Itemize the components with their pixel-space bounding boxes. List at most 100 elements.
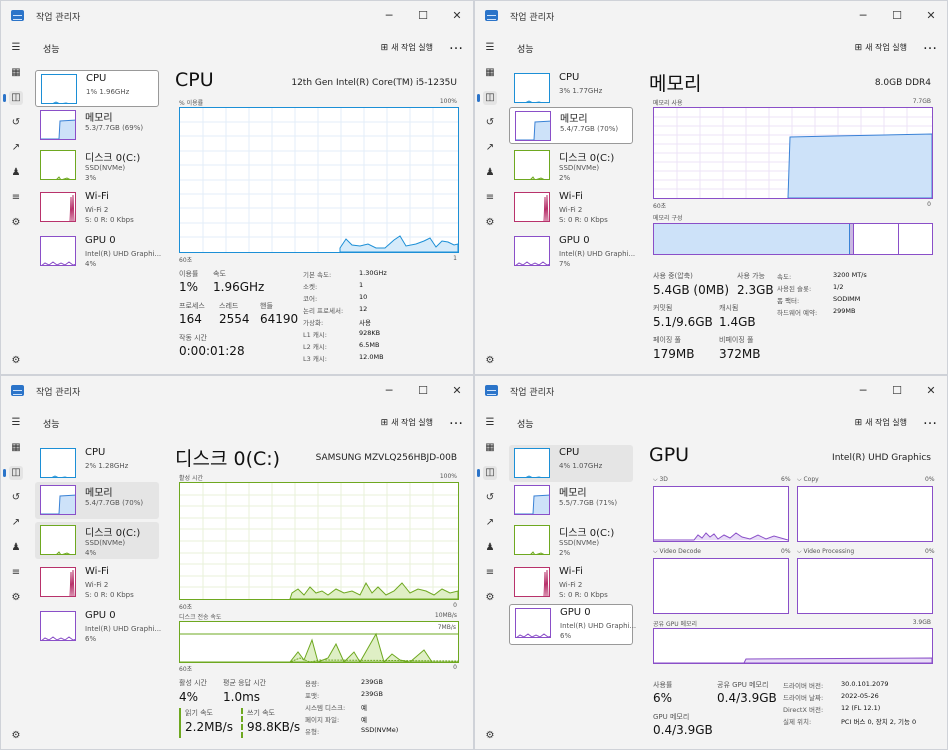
detail-key: 가상화: [303,319,324,327]
menu-icon[interactable]: ☰ [483,41,497,55]
sidebar-item-sub: 5.5/7.7GB (71%) [559,499,618,507]
sidebar-sub-line: Intel(R) UHD Graphi... [560,622,637,630]
minimize-icon[interactable]: ─ [853,7,873,25]
sidebar-item-cpu[interactable]: CPU 4% 1.07GHz [509,445,633,482]
maximize-icon[interactable]: ☐ [887,382,907,400]
sidebar-sub-line: SSD(NVMe) [85,539,126,547]
task-manager-app-icon [11,385,24,396]
close-icon[interactable]: ✕ [447,7,467,25]
settings-icon[interactable]: ⚙ [9,354,23,368]
sidebar-item-wifi[interactable]: Wi-Fi Wi-Fi 2 S: 0 R: 0 Kbps [35,564,159,601]
engine-name[interactable]: 3D [659,476,667,483]
menu-icon[interactable]: ☰ [9,416,23,430]
new-task-button[interactable]: ⊞ 새 작업 실행 [855,417,907,428]
services-icon[interactable]: ⚙ [9,591,23,605]
stat-value: 1.4GB [719,315,756,329]
minimize-icon[interactable]: ─ [853,382,873,400]
performance-icon[interactable]: ◫ [477,91,497,105]
startup-icon[interactable]: ↗ [9,141,23,155]
sidebar-item-gpu[interactable]: GPU 0 Intel(R) UHD Graphi... 6% [509,604,637,645]
sidebar-item-sub: Wi-Fi 2 S: 0 R: 0 Kbps [559,205,608,225]
apps-icon[interactable]: ▦ [483,441,497,455]
details-icon[interactable]: ≡ [483,566,497,580]
history-icon[interactable]: ↺ [483,116,497,130]
details-icon[interactable]: ≡ [9,566,23,580]
close-icon[interactable]: ✕ [447,382,467,400]
details-icon[interactable]: ≡ [483,191,497,205]
window-title: 작업 관리자 [510,388,555,398]
sidebar-item-disk[interactable]: 디스크 0(C:) SSD(NVMe) 2% [509,522,633,559]
maximize-icon[interactable]: ☐ [413,382,433,400]
sidebar-item-gpu[interactable]: GPU 0 Intel(R) UHD Graphi... 6% [35,608,161,645]
history-icon[interactable]: ↺ [9,491,23,505]
sidebar-item-gpu[interactable]: GPU 0 Intel(R) UHD Graphi... 7% [509,233,635,270]
more-options-button[interactable]: … [923,37,937,53]
sidebar-item-disk[interactable]: 디스크 0(C:) SSD(NVMe) 3% [35,147,159,184]
minimize-icon[interactable]: ─ [379,7,399,25]
performance-icon[interactable]: ◫ [3,466,23,480]
close-icon[interactable]: ✕ [921,7,941,25]
sidebar-item-memory[interactable]: 메모리 5.3/7.7GB (69%) [35,107,159,144]
menu-icon[interactable]: ☰ [9,41,23,55]
detail-key: 하드웨어 예약: [777,309,818,317]
users-icon[interactable]: ♟ [9,166,23,180]
history-icon[interactable]: ↺ [483,491,497,505]
sidebar-item-wifi[interactable]: Wi-Fi Wi-Fi 2 S: 0 R: 0 Kbps [509,564,633,601]
sidebar-item-memory[interactable]: 메모리 5.5/7.7GB (71%) [509,482,633,519]
settings-icon[interactable]: ⚙ [483,354,497,368]
sidebar-item-memory[interactable]: 메모리 5.4/7.7GB (70%) [509,107,633,144]
sidebar-item-cpu[interactable]: CPU 3% 1.77GHz [509,70,633,107]
minimize-icon[interactable]: ─ [379,382,399,400]
history-icon[interactable]: ↺ [9,116,23,130]
menu-icon[interactable]: ☰ [483,416,497,430]
detail-value: 928KB [359,329,381,337]
apps-icon[interactable]: ▦ [9,66,23,80]
maximize-icon[interactable]: ☐ [887,7,907,25]
sidebar-item-memory[interactable]: 메모리 5.4/7.7GB (70%) [35,482,159,519]
new-task-button[interactable]: ⊞ 새 작업 실행 [381,417,433,428]
startup-icon[interactable]: ↗ [483,141,497,155]
startup-icon[interactable]: ↗ [483,516,497,530]
services-icon[interactable]: ⚙ [483,216,497,230]
sidebar-item-disk[interactable]: 디스크 0(C:) SSD(NVMe) 2% [509,147,633,184]
engine-name[interactable]: Video Processing [803,548,854,555]
apps-icon[interactable]: ▦ [483,66,497,80]
startup-icon[interactable]: ↗ [9,516,23,530]
graph-min-label: 0 [453,602,457,609]
wifi-thumbnail [40,192,76,222]
more-options-button[interactable]: … [449,412,463,428]
sidebar-item-sub: SSD(NVMe) 2% [559,538,599,558]
engine-name[interactable]: Copy [803,476,818,483]
new-task-button[interactable]: ⊞ 새 작업 실행 [381,42,433,53]
sidebar-item-gpu[interactable]: GPU 0 Intel(R) UHD Graphi... 4% [35,233,161,270]
stat-value: 5.1/9.6GB [653,315,713,329]
more-options-button[interactable]: … [923,412,937,428]
performance-icon[interactable]: ◫ [3,91,23,105]
details-icon[interactable]: ≡ [9,191,23,205]
maximize-icon[interactable]: ☐ [413,7,433,25]
services-icon[interactable]: ⚙ [483,591,497,605]
detail-value: 30.0.101.2079 [841,680,889,688]
sidebar-item-disk[interactable]: 디스크 0(C:) SSD(NVMe) 4% [35,522,159,559]
apps-icon[interactable]: ▦ [9,441,23,455]
users-icon[interactable]: ♟ [483,541,497,555]
performance-icon[interactable]: ◫ [477,466,497,480]
sidebar-item-cpu[interactable]: CPU 2% 1.28GHz [35,445,159,482]
graph2-mid: 7MB/s [437,624,456,631]
sidebar-item-wifi[interactable]: Wi-Fi Wi-Fi 2 S: 0 R: 0 Kbps [35,189,159,226]
sidebar-item-wifi[interactable]: Wi-Fi Wi-Fi 2 S: 0 R: 0 Kbps [509,189,633,226]
new-task-button[interactable]: ⊞ 새 작업 실행 [855,42,907,53]
sidebar-item-cpu[interactable]: CPU 1% 1.96GHz [35,70,159,107]
perf-sidebar: CPU 1% 1.96GHz 메모리 5.3/7.7GB (69%) 디스크 0… [31,65,163,374]
more-options-button[interactable]: … [449,37,463,53]
settings-icon[interactable]: ⚙ [483,729,497,743]
settings-icon[interactable]: ⚙ [9,729,23,743]
new-task-label: 새 작업 실행 [391,43,433,52]
users-icon[interactable]: ♟ [483,166,497,180]
stat-label: 페이징 풀 [653,336,681,344]
detail-key: L1 캐시: [303,331,327,339]
engine-name[interactable]: Video Decode [659,548,701,555]
users-icon[interactable]: ♟ [9,541,23,555]
close-icon[interactable]: ✕ [921,382,941,400]
services-icon[interactable]: ⚙ [9,216,23,230]
